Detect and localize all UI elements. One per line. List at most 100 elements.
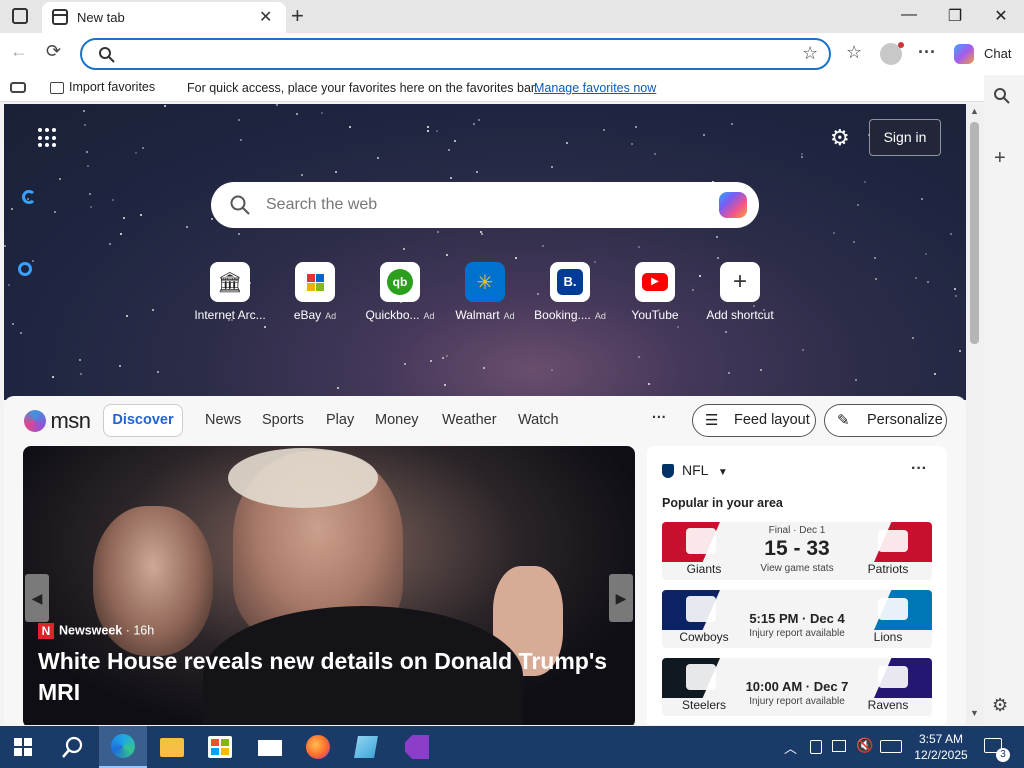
star (403, 248, 406, 251)
search-icon[interactable] (993, 87, 1011, 105)
back-button[interactable]: ← (10, 41, 28, 62)
star (276, 104, 279, 106)
minimize-button[interactable]: — (894, 6, 924, 24)
game-row[interactable]: Giants Patriots Final · Dec 1 15 - 33 View g… (662, 522, 932, 580)
restore-button[interactable]: ❐ (940, 6, 970, 26)
microsoft-store-icon[interactable] (208, 736, 232, 758)
nfl-header[interactable]: NFL ▼ (662, 462, 728, 479)
shortcut-tile[interactable]: ▶ YouTube (610, 262, 700, 322)
page-scrollbar[interactable]: ▲ ▼ (966, 104, 984, 725)
import-favorites-button[interactable]: Import favorites (50, 80, 155, 94)
star (925, 253, 928, 256)
manage-favorites-link[interactable]: Manage favorites now (534, 81, 656, 95)
apps-grid-icon[interactable] (38, 128, 58, 148)
shortcut-tile[interactable]: qb Quickbo... Ad (355, 262, 445, 322)
personalize-button[interactable]: ✎ Personalize (824, 404, 947, 437)
star (442, 356, 444, 359)
windows-start-icon[interactable] (14, 738, 32, 756)
more-menu-icon[interactable]: ··· (918, 42, 936, 63)
sidebar-toggle-icon[interactable] (10, 82, 26, 93)
star (444, 384, 447, 387)
nfl-card: NFL ▼ ··· Popular in your area Giants Pat… (647, 446, 947, 725)
clock[interactable]: 3:57 AM 12/2/2025 (910, 731, 972, 763)
tab-actions-icon[interactable] (12, 8, 28, 24)
nav-watch[interactable]: Watch (518, 412, 559, 428)
home-team-logo-icon (686, 528, 716, 554)
shortcut-tile[interactable]: B. Booking.... Ad (525, 262, 615, 322)
favorites-icon[interactable]: ☆ (846, 42, 862, 63)
nfl-title: NFL (682, 462, 708, 478)
star (759, 369, 762, 372)
sidebar-settings-icon[interactable]: ⚙ (992, 695, 1008, 716)
star (108, 242, 111, 245)
close-window-button[interactable]: ✕ (986, 6, 1016, 26)
nfl-more-icon[interactable]: ··· (911, 460, 927, 478)
game-row[interactable]: Steelers Ravens 10:00 AM · Dec 7 Injury rep… (662, 658, 932, 716)
nav-sports[interactable]: Sports (262, 412, 304, 428)
new-tab-button[interactable]: + (291, 3, 304, 29)
msn-logo[interactable]: msn (24, 408, 91, 434)
star (79, 358, 82, 361)
copilot-icon[interactable] (719, 192, 747, 218)
star (426, 125, 429, 128)
headline-title[interactable]: White House reveals new details on Donal… (38, 646, 618, 708)
nav-more-icon[interactable]: ··· (652, 410, 667, 426)
star (676, 326, 679, 329)
star (565, 142, 568, 145)
prev-arrow-button[interactable]: ◀ (25, 574, 49, 622)
settings-gear-icon[interactable]: ⚙ (830, 125, 850, 151)
game-info: 5:15 PM · Dec 4 Injury report available (732, 593, 862, 639)
network-icon[interactable] (832, 740, 846, 752)
tray-app-icon[interactable] (810, 740, 822, 754)
star (730, 123, 733, 126)
notepad-icon[interactable] (354, 736, 378, 758)
firefox-icon[interactable] (306, 735, 330, 759)
nav-discover[interactable]: Discover (103, 404, 183, 437)
scroll-thumb[interactable] (970, 122, 979, 344)
keyboard-icon[interactable] (880, 740, 902, 753)
nav-play[interactable]: Play (326, 412, 354, 428)
close-tab-icon[interactable]: ✕ (259, 7, 272, 27)
new-tab-page: ⚙ Sign in Search the web 🏛 Internet Arc..… (4, 104, 966, 725)
sliders-icon: ☰ (705, 412, 719, 429)
star (875, 277, 878, 280)
game-row[interactable]: Cowboys Lions 5:15 PM · Dec 4 Injury report… (662, 590, 932, 648)
home-team-name: Giants (686, 562, 722, 576)
nav-weather[interactable]: Weather (442, 412, 497, 428)
feed-layout-button[interactable]: ☰ Feed layout (692, 404, 816, 437)
edge-icon (111, 734, 135, 758)
favorite-star-icon[interactable]: ☆ (802, 43, 818, 64)
refresh-button[interactable]: ⟳ (46, 41, 61, 62)
nav-news[interactable]: News (205, 412, 241, 428)
file-explorer-icon[interactable] (160, 738, 184, 757)
shortcut-tile[interactable]: eBay Ad (270, 262, 360, 322)
tab-new-tab[interactable]: New tab ✕ (42, 2, 286, 33)
volume-muted-icon[interactable]: 🔇 (856, 737, 873, 754)
headline-card[interactable]: ◀ ▶ N Newsweek · 16h White House reveals … (23, 446, 635, 725)
tray-chevron-up-icon[interactable]: ︿ (784, 738, 797, 757)
shortcut-tile[interactable]: 🏛 Internet Arc... (185, 262, 275, 322)
away-team-name: Lions (873, 630, 903, 644)
next-arrow-button[interactable]: ▶ (609, 574, 633, 622)
source-line: N Newsweek · 16h (38, 623, 154, 639)
shortcut-name: Add shortcut (706, 308, 774, 322)
internet-archive-icon: 🏛 (210, 262, 250, 302)
scroll-down-arrow[interactable]: ▼ (970, 708, 979, 718)
nav-money[interactable]: Money (375, 412, 419, 428)
edge-taskbar-button[interactable] (99, 726, 147, 768)
mail-icon[interactable] (258, 740, 282, 756)
sign-in-button[interactable]: Sign in (869, 119, 941, 156)
address-bar[interactable]: ☆ (80, 38, 831, 70)
shortcut-tile[interactable]: + Add shortcut (695, 262, 785, 322)
web-search-box[interactable]: Search the web (211, 182, 759, 228)
scroll-up-arrow[interactable]: ▲ (970, 106, 979, 116)
import-icon (50, 81, 64, 94)
copilot-chat-button[interactable]: Chat (948, 40, 1020, 68)
star (210, 218, 213, 221)
taskbar-search-icon[interactable] (60, 734, 86, 760)
shortcut-tile[interactable]: ✳ Walmart Ad (440, 262, 530, 322)
star (933, 372, 936, 375)
add-sidebar-app-icon[interactable]: + (994, 147, 1006, 170)
ad-badge: Ad (325, 311, 337, 321)
visual-studio-icon[interactable] (405, 735, 429, 759)
